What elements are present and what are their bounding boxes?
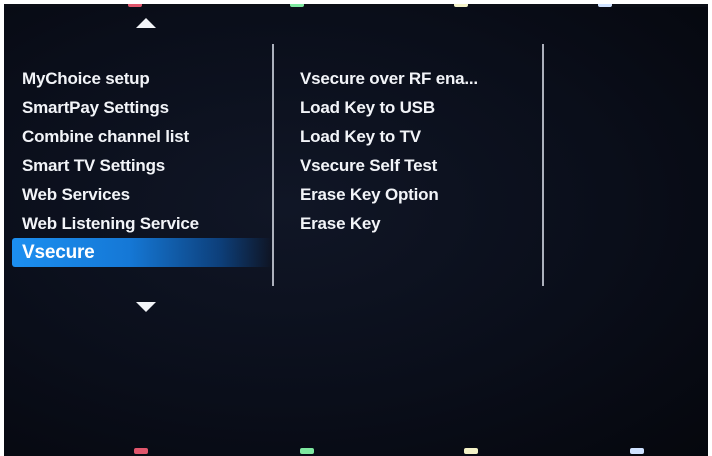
column-divider-right xyxy=(542,44,544,286)
submenu-item-load-key-to-tv[interactable]: Load Key to TV xyxy=(300,122,536,151)
submenu-item-erase-key[interactable]: Erase Key xyxy=(300,209,536,238)
top-strip xyxy=(4,4,708,7)
red-key-indicator xyxy=(134,448,148,454)
scroll-down-arrow-icon[interactable] xyxy=(136,302,156,312)
top-blue-key-indicator xyxy=(598,4,612,7)
top-yellow-key-indicator xyxy=(454,4,468,7)
submenu-item-vsecure-self-test[interactable]: Vsecure Self Test xyxy=(300,151,536,180)
yellow-key-indicator xyxy=(464,448,478,454)
submenu-item-erase-key-option[interactable]: Erase Key Option xyxy=(300,180,536,209)
column-divider-left xyxy=(272,44,274,286)
menu-item-mychoice-setup[interactable]: MyChoice setup xyxy=(12,64,272,93)
tv-menu-screen: MyChoice setup SmartPay Settings Combine… xyxy=(4,4,708,456)
green-key-indicator xyxy=(300,448,314,454)
menu-item-web-listening-service[interactable]: Web Listening Service xyxy=(12,209,272,238)
menu-item-web-services[interactable]: Web Services xyxy=(12,180,272,209)
submenu-item-vsecure-over-rf[interactable]: Vsecure over RF ena... xyxy=(300,64,536,93)
vsecure-submenu-list: Vsecure over RF ena... Load Key to USB L… xyxy=(300,64,536,238)
top-green-key-indicator xyxy=(290,4,304,7)
menu-item-vsecure[interactable]: Vsecure xyxy=(12,238,272,267)
blue-key-indicator xyxy=(630,448,644,454)
menu-item-smart-tv-settings[interactable]: Smart TV Settings xyxy=(12,151,272,180)
submenu-item-load-key-to-usb[interactable]: Load Key to USB xyxy=(300,93,536,122)
scroll-up-arrow-icon[interactable] xyxy=(136,18,156,28)
top-red-key-indicator xyxy=(128,4,142,7)
settings-menu-list: MyChoice setup SmartPay Settings Combine… xyxy=(12,64,272,267)
menu-item-combine-channel-list[interactable]: Combine channel list xyxy=(12,122,272,151)
menu-item-smartpay-settings[interactable]: SmartPay Settings xyxy=(12,93,272,122)
